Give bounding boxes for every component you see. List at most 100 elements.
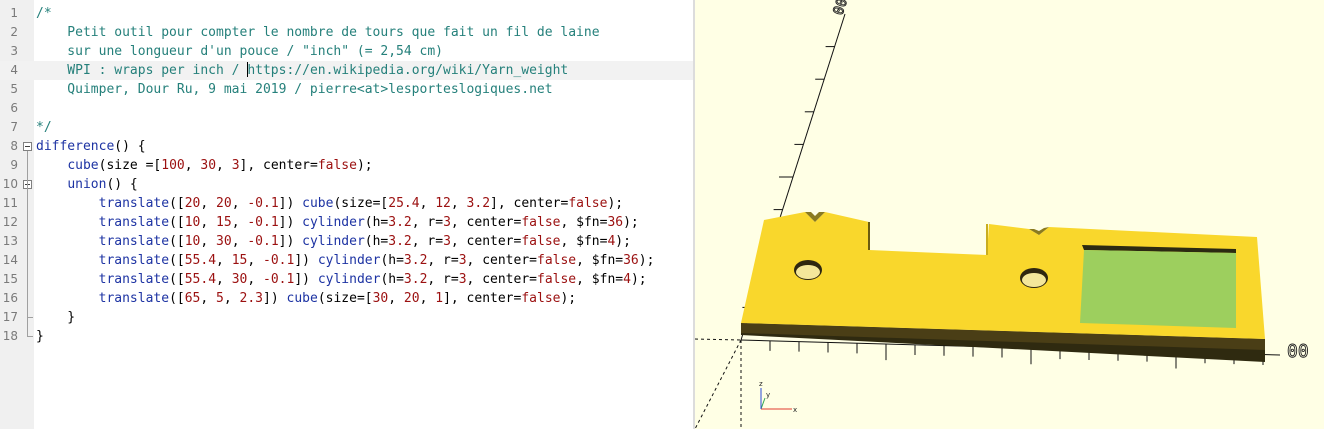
code-line[interactable]: 6 [0, 99, 693, 118]
code-line[interactable]: 18} [0, 327, 693, 346]
code-line[interactable]: 16 translate([65, 5, 2.3]) cube(size=[30… [0, 289, 693, 308]
code-token: -0.1 [263, 272, 295, 287]
code-token: 55.4 [184, 253, 217, 268]
line-number: 11 [2, 196, 18, 210]
code-token: (size=[ [317, 291, 373, 306]
code-token: 3 [443, 215, 451, 230]
code-line[interactable]: 15 translate([55.4, 30, -0.1]) cylinder(… [0, 270, 693, 289]
code-token: false [521, 215, 561, 230]
code-line[interactable]: 10 union() { [0, 175, 693, 194]
3d-viewport[interactable]: 00 00 x y z [695, 0, 1324, 429]
code-token: , center= [450, 215, 522, 230]
code-token: , [200, 291, 217, 306]
code-token: ); [630, 272, 647, 287]
code-text[interactable]: Petit outil pour compter le nombre de to… [36, 23, 599, 42]
code-token: (size=[ [333, 196, 389, 211]
code-token: (h= [364, 234, 389, 249]
code-token: */ [36, 120, 52, 135]
code-line[interactable]: 9 cube(size =[100, 30, 3], center=false)… [0, 156, 693, 175]
code-token: ]) [278, 196, 303, 211]
wpi-gauge-model [741, 212, 1265, 362]
code-token: , $fn= [560, 234, 608, 249]
code-text[interactable]: difference() { [36, 137, 146, 156]
code-token: 30 [216, 234, 232, 249]
code-token: translate [98, 291, 170, 306]
code-token: translate [98, 272, 170, 287]
code-token: 3 [458, 272, 467, 287]
line-number: 16 [2, 291, 18, 305]
code-editor[interactable]: 1 /* 2 Petit outil pour compter le nombre … [0, 0, 693, 429]
code-token: ]) [294, 253, 318, 268]
code-token: , [247, 253, 264, 268]
code-text[interactable]: translate([65, 5, 2.3]) cube(size=[30, 2… [36, 289, 577, 308]
code-text[interactable]: translate([10, 30, -0.1]) cylinder(h=3.2… [36, 232, 631, 251]
code-line[interactable]: 8 difference() { [0, 137, 693, 156]
fold-difference-toggle[interactable] [23, 142, 32, 151]
code-token: , [216, 272, 232, 287]
code-token: , $fn= [576, 253, 624, 268]
code-token: () { [106, 177, 138, 192]
code-text[interactable]: } [36, 308, 75, 327]
code-text[interactable]: */ [36, 118, 52, 137]
code-token: ([ [169, 253, 185, 268]
line-number: 9 [10, 158, 18, 172]
code-token: -0.1 [247, 234, 279, 249]
code-text[interactable]: translate([10, 15, -0.1]) cylinder(h=3.2… [36, 213, 639, 232]
code-text[interactable]: /* [36, 4, 52, 23]
code-text[interactable]: union() { [36, 175, 138, 194]
code-token: 3.2 [403, 253, 428, 268]
code-text[interactable]: WPI : wraps per inch / https://en.wikipe… [36, 61, 568, 80]
line-number: 3 [10, 44, 18, 58]
line-number: 15 [2, 272, 18, 286]
code-token: () { [114, 139, 146, 154]
code-token: ], center= [490, 196, 569, 211]
code-line[interactable]: 13 translate([10, 30, -0.1]) cylinder(h=… [0, 232, 693, 251]
gizmo-y-label: y [766, 391, 770, 399]
code-token: false [521, 291, 561, 306]
code-line[interactable]: 2 Petit outil pour compter le nombre de … [0, 23, 693, 42]
code-line[interactable]: 11 translate([20, 20, -0.1]) cube(size=[… [0, 194, 693, 213]
code-token: ); [607, 196, 624, 211]
code-token: 20 [216, 196, 232, 211]
line-number: 8 [10, 139, 18, 153]
code-line[interactable]: 12 translate([10, 15, -0.1]) cylinder(h=… [0, 213, 693, 232]
code-token: , [247, 272, 264, 287]
code-token: 25.4 [388, 196, 420, 211]
code-token: ([ [169, 196, 185, 211]
code-line[interactable]: 14 translate([55.4, 15, -0.1]) cylinder(… [0, 251, 693, 270]
code-line[interactable]: 1 /* [0, 4, 693, 23]
code-line[interactable]: 4 WPI : wraps per inch / https://en.wiki… [0, 61, 693, 80]
code-text[interactable]: translate([20, 20, -0.1]) cube(size=[25.… [36, 194, 623, 213]
code-token: (size =[ [98, 158, 162, 173]
code-token: , [200, 215, 217, 230]
code-text[interactable]: cube(size =[100, 30, 3], center=false); [36, 156, 372, 175]
code-token: 20 [403, 291, 420, 306]
gizmo-z-label: z [759, 380, 763, 388]
code-token: cylinder [317, 272, 381, 287]
code-line[interactable]: 17 } [0, 308, 693, 327]
render-canvas[interactable]: 00 00 x y z [695, 0, 1324, 429]
code-text[interactable]: Quimper, Dour Ru, 9 mai 2019 / pierre<at… [36, 80, 552, 99]
code-token: cylinder [302, 215, 365, 230]
code-token: WPI : wraps per inch / [36, 63, 248, 78]
code-line[interactable]: 7 */ [0, 118, 693, 137]
code-token: difference [36, 139, 115, 154]
code-text[interactable]: } [36, 327, 44, 346]
code-token: 3.2 [388, 234, 412, 249]
y-axis-dashed-line [695, 339, 742, 429]
gizmo-x-label: x [793, 406, 797, 414]
code-token: } [36, 310, 76, 325]
code-token: 1 [435, 291, 444, 306]
code-text[interactable]: translate([55.4, 30, -0.1]) cylinder(h=3… [36, 270, 647, 289]
x-axis-dashed-line [695, 338, 742, 341]
code-line[interactable]: 5 Quimper, Dour Ru, 9 mai 2019 / pierre<… [0, 80, 693, 99]
code-text[interactable]: translate([55.4, 15, -0.1]) cylinder(h=3… [36, 251, 655, 270]
code-token: 30 [200, 158, 217, 173]
code-token: 30 [372, 291, 389, 306]
code-token: sur une longueur d'un pouce / "inch" (= … [36, 44, 443, 59]
code-text[interactable]: sur une longueur d'un pouce / "inch" (= … [36, 42, 443, 61]
code-line[interactable]: 3 sur une longueur d'un pouce / "inch" (… [0, 42, 693, 61]
